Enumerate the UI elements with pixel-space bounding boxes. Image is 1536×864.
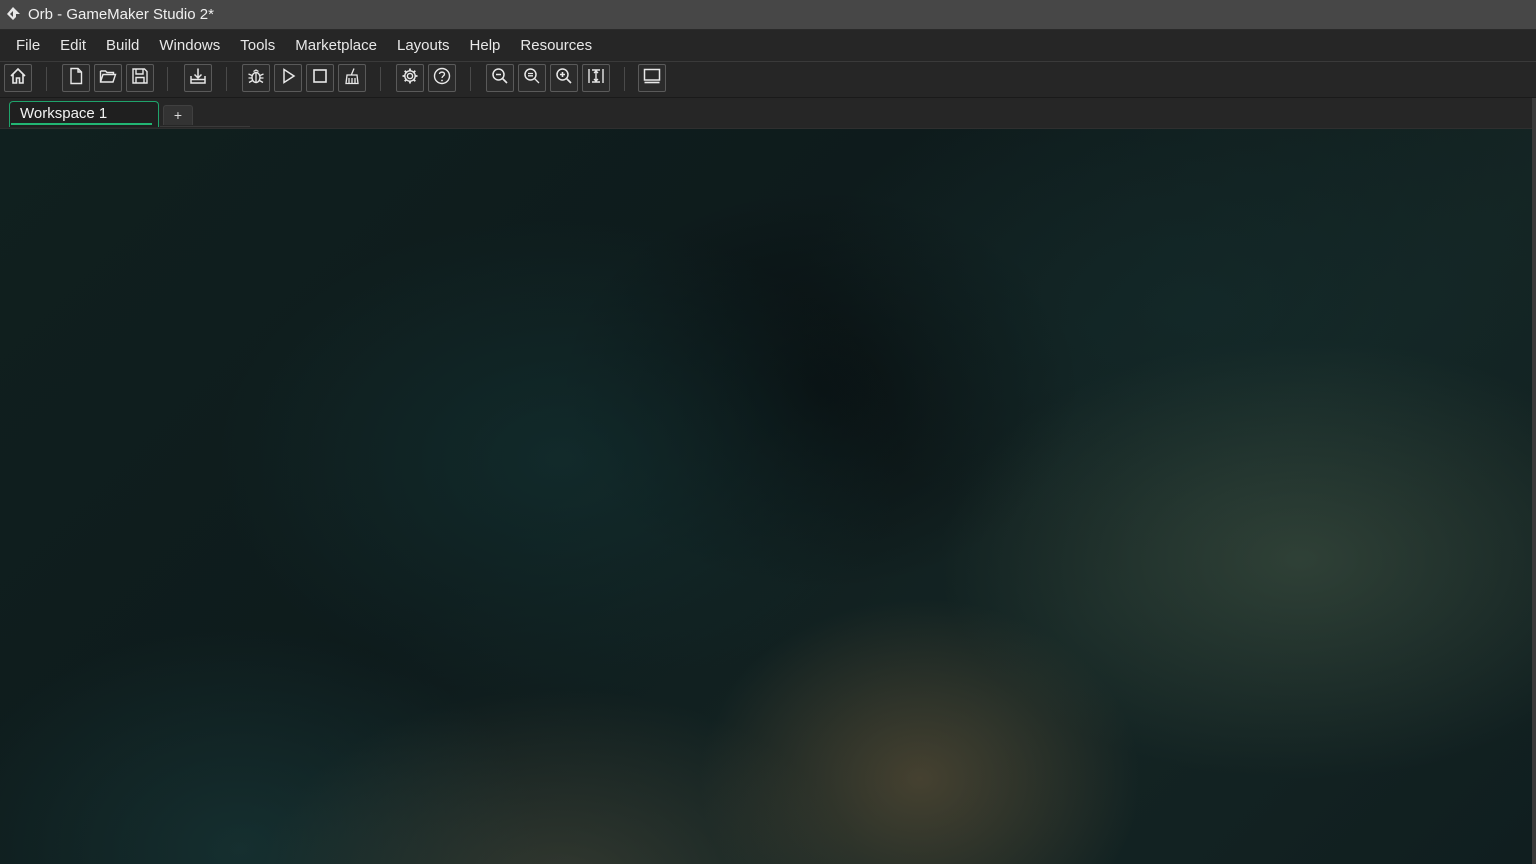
toolbar-separator xyxy=(167,67,168,91)
active-tab-indicator xyxy=(11,123,152,125)
zoom-out-button[interactable] xyxy=(486,64,514,92)
zoom-out-icon xyxy=(490,66,510,91)
new-project-icon xyxy=(66,66,86,91)
create-executable-button[interactable] xyxy=(184,64,212,92)
debug-button[interactable] xyxy=(242,64,270,92)
menu-tools[interactable]: Tools xyxy=(230,30,285,61)
help-button[interactable] xyxy=(428,64,456,92)
zoom-in-button[interactable] xyxy=(550,64,578,92)
zoom-reset-button[interactable] xyxy=(518,64,546,92)
new-project-button[interactable] xyxy=(62,64,90,92)
toolbar-separator xyxy=(380,67,381,91)
right-dock-edge[interactable] xyxy=(1532,98,1536,864)
menu-bar: File Edit Build Windows Tools Marketplac… xyxy=(0,30,1536,62)
stop-icon xyxy=(310,66,330,91)
menu-layouts[interactable]: Layouts xyxy=(387,30,460,61)
menu-resources[interactable]: Resources xyxy=(510,30,602,61)
tab-strip-divider xyxy=(160,126,250,127)
save-button[interactable] xyxy=(126,64,154,92)
tab-label: Workspace 1 xyxy=(20,105,108,122)
title-bar: Orb - GameMaker Studio 2* xyxy=(0,0,1536,30)
menu-help[interactable]: Help xyxy=(460,30,511,61)
gamemaker-logo-icon xyxy=(2,4,24,26)
stop-button[interactable] xyxy=(306,64,334,92)
target-device-icon xyxy=(642,66,662,91)
home-button[interactable] xyxy=(4,64,32,92)
menu-edit[interactable]: Edit xyxy=(50,30,96,61)
target-device-button[interactable] xyxy=(638,64,666,92)
clean-icon xyxy=(342,66,362,91)
menu-marketplace[interactable]: Marketplace xyxy=(285,30,387,61)
zoom-reset-icon xyxy=(522,66,542,91)
run-button[interactable] xyxy=(274,64,302,92)
debug-icon xyxy=(246,66,266,91)
create-executable-icon xyxy=(188,66,208,91)
open-project-button[interactable] xyxy=(94,64,122,92)
menu-build[interactable]: Build xyxy=(96,30,149,61)
open-project-icon xyxy=(98,66,118,91)
game-options-button[interactable] xyxy=(396,64,424,92)
add-workspace-button[interactable]: + xyxy=(163,105,193,125)
menu-windows[interactable]: Windows xyxy=(149,30,230,61)
run-icon xyxy=(278,66,298,91)
window-title: Orb - GameMaker Studio 2* xyxy=(28,6,214,23)
toolbar-separator xyxy=(470,67,471,91)
menu-file[interactable]: File xyxy=(0,30,50,61)
clean-button[interactable] xyxy=(338,64,366,92)
home-icon xyxy=(8,66,28,91)
main-toolbar xyxy=(0,62,1536,98)
zoom-in-icon xyxy=(554,66,574,91)
help-icon xyxy=(432,66,452,91)
toolbar-separator xyxy=(226,67,227,91)
game-options-icon xyxy=(400,66,420,91)
fit-to-window-button[interactable] xyxy=(582,64,610,92)
toolbar-separator xyxy=(624,67,625,91)
workspace-tab-strip: Workspace 1 + xyxy=(0,98,1532,129)
toolbar-separator xyxy=(46,67,47,91)
fit-to-window-icon xyxy=(586,66,606,91)
save-icon xyxy=(130,66,150,91)
workspace-canvas[interactable] xyxy=(0,129,1532,864)
